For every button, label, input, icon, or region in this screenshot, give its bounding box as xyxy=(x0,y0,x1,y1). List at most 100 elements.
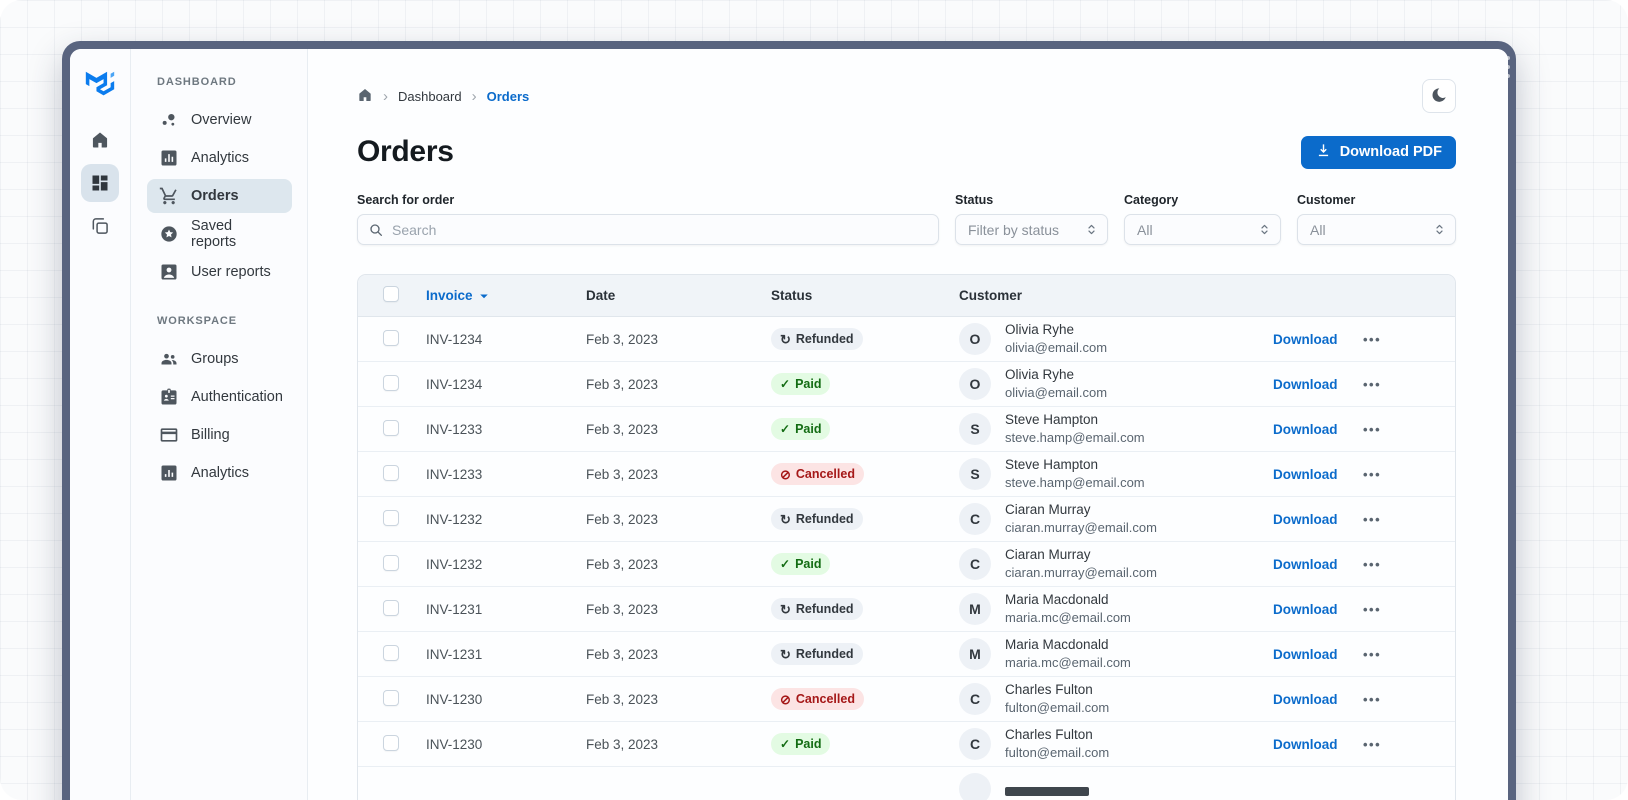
more-icon[interactable]: ••• xyxy=(1363,332,1381,347)
select-all-checkbox[interactable] xyxy=(383,286,399,302)
sidebar-item[interactable]: Analytics xyxy=(147,456,292,490)
category-filter-select[interactable]: All xyxy=(1124,214,1281,245)
mui-logo-icon xyxy=(85,70,115,96)
sidebar-nav-workspace: Groups Authentication Billing Analytics xyxy=(147,342,292,490)
download-link[interactable]: Download xyxy=(1273,467,1338,482)
table-row: INV-1230 Feb 3, 2023 Paid C Charles Fult… xyxy=(358,722,1455,767)
sidebar-item[interactable]: Orders xyxy=(147,179,292,213)
table-row: INV-1234 Feb 3, 2023 Refunded O Olivia R… xyxy=(358,317,1455,362)
avatar: C xyxy=(959,682,991,715)
row-checkbox[interactable] xyxy=(383,734,399,751)
rail-item[interactable] xyxy=(81,207,119,245)
invoice-cell: INV-1232 xyxy=(426,556,483,572)
invoice-cell: INV-1231 xyxy=(426,601,483,617)
app-window: DASHBOARD Overview Analytics Orders Save… xyxy=(62,41,1516,800)
customer-name: Olivia Ryhe xyxy=(1005,367,1075,383)
sidebar-item[interactable]: Billing xyxy=(147,418,292,452)
table-header: Invoice Date Status Customer xyxy=(358,275,1455,317)
breadcrumb-dashboard[interactable]: Dashboard xyxy=(398,89,462,104)
column-header-invoice[interactable]: Invoice xyxy=(426,287,586,305)
download-link[interactable]: Download xyxy=(1273,512,1338,527)
table-row: INV-1230 Feb 3, 2023 Cancelled C Charles… xyxy=(358,677,1455,722)
status-chip: Paid xyxy=(771,373,831,395)
more-icon[interactable]: ••• xyxy=(1363,422,1381,437)
more-icon[interactable]: ••• xyxy=(1363,692,1381,707)
sidebar-item[interactable]: Overview xyxy=(147,103,292,137)
row-checkbox[interactable] xyxy=(383,374,399,391)
row-checkbox[interactable] xyxy=(383,464,399,481)
row-checkbox[interactable] xyxy=(383,509,399,526)
download-link[interactable]: Download xyxy=(1273,647,1338,662)
row-checkbox[interactable] xyxy=(383,689,399,706)
download-link[interactable]: Download xyxy=(1273,692,1338,707)
column-header-customer: Customer xyxy=(959,288,1023,303)
more-icon[interactable]: ••• xyxy=(1363,737,1381,752)
row-checkbox[interactable] xyxy=(383,329,399,346)
customer-email: steve.hamp@email.com xyxy=(1005,430,1145,446)
sidebar-item[interactable]: User reports xyxy=(147,255,292,289)
table-row: INV-1232 Feb 3, 2023 Paid C Ciaran Murra… xyxy=(358,542,1455,587)
status-chip: Paid xyxy=(771,553,831,575)
invoice-cell: INV-1233 xyxy=(426,466,483,482)
date-cell: Feb 3, 2023 xyxy=(586,556,659,572)
customer-name: Charles Fulton xyxy=(1005,727,1093,743)
customer-name: Maria Macdonald xyxy=(1005,592,1109,608)
breadcrumb-home[interactable] xyxy=(357,87,373,106)
window-scrollbar[interactable] xyxy=(1506,56,1510,78)
more-icon[interactable]: ••• xyxy=(1363,377,1381,392)
more-icon[interactable]: ••• xyxy=(1363,602,1381,617)
row-checkbox[interactable] xyxy=(383,554,399,571)
customer-filter-select[interactable]: All xyxy=(1297,214,1456,245)
dark-mode-toggle[interactable] xyxy=(1422,79,1456,113)
customer-name: Olivia Ryhe xyxy=(1005,322,1075,338)
date-cell: Feb 3, 2023 xyxy=(586,376,659,392)
download-icon xyxy=(1315,142,1332,163)
download-link[interactable]: Download xyxy=(1273,422,1338,437)
sidebar: DASHBOARD Overview Analytics Orders Save… xyxy=(131,49,308,800)
more-icon[interactable]: ••• xyxy=(1363,557,1381,572)
download-link[interactable]: Download xyxy=(1273,737,1338,752)
more-icon[interactable]: ••• xyxy=(1363,647,1381,662)
avatar xyxy=(959,773,991,800)
status-chip: Refunded xyxy=(771,508,863,530)
status-filter-select[interactable]: Filter by status xyxy=(955,214,1108,245)
icon-rail xyxy=(70,49,131,800)
sidebar-item[interactable]: Saved reports xyxy=(147,217,292,251)
more-icon[interactable]: ••• xyxy=(1363,512,1381,527)
avatar: S xyxy=(959,412,991,445)
row-checkbox[interactable] xyxy=(383,419,399,436)
download-link[interactable]: Download xyxy=(1273,377,1338,392)
download-link[interactable]: Download xyxy=(1273,557,1338,572)
row-checkbox[interactable] xyxy=(383,644,399,661)
customer-email: fulton@email.com xyxy=(1005,700,1110,716)
home-icon xyxy=(90,130,110,150)
breadcrumb: › Dashboard › Orders xyxy=(357,87,529,106)
date-cell: Feb 3, 2023 xyxy=(586,421,659,437)
customer-email: olivia@email.com xyxy=(1005,385,1108,401)
rail-item[interactable] xyxy=(81,164,119,202)
search-icon xyxy=(368,222,384,238)
rail-item[interactable] xyxy=(81,121,119,159)
moon-icon xyxy=(1430,86,1448,107)
table-row: INV-1233 Feb 3, 2023 Paid S Steve Hampto… xyxy=(358,407,1455,452)
sidebar-item-label: Overview xyxy=(191,112,252,128)
row-checkbox[interactable] xyxy=(383,599,399,616)
invoice-cell: INV-1232 xyxy=(426,511,483,527)
customer-email: ciaran.murray@email.com xyxy=(1005,565,1157,581)
customer-name: Ciaran Murray xyxy=(1005,547,1091,563)
sidebar-nav-dashboard: Overview Analytics Orders Saved reports … xyxy=(147,103,292,289)
customer-email: maria.mc@email.com xyxy=(1005,655,1131,671)
sidebar-item[interactable]: Analytics xyxy=(147,141,292,175)
download-pdf-button[interactable]: Download PDF xyxy=(1300,135,1456,169)
sidebar-item[interactable]: Groups xyxy=(147,342,292,376)
search-input[interactable] xyxy=(392,221,928,238)
sidebar-item[interactable]: Authentication xyxy=(147,380,292,414)
chevron-right-icon: › xyxy=(383,87,388,105)
more-icon[interactable]: ••• xyxy=(1363,467,1381,482)
avatar: C xyxy=(959,502,991,535)
download-link[interactable]: Download xyxy=(1273,332,1338,347)
breadcrumb-orders[interactable]: Orders xyxy=(487,89,530,104)
table-row: INV-1231 Feb 3, 2023 Refunded M Maria Ma… xyxy=(358,587,1455,632)
avatar: M xyxy=(959,637,991,670)
download-link[interactable]: Download xyxy=(1273,602,1338,617)
